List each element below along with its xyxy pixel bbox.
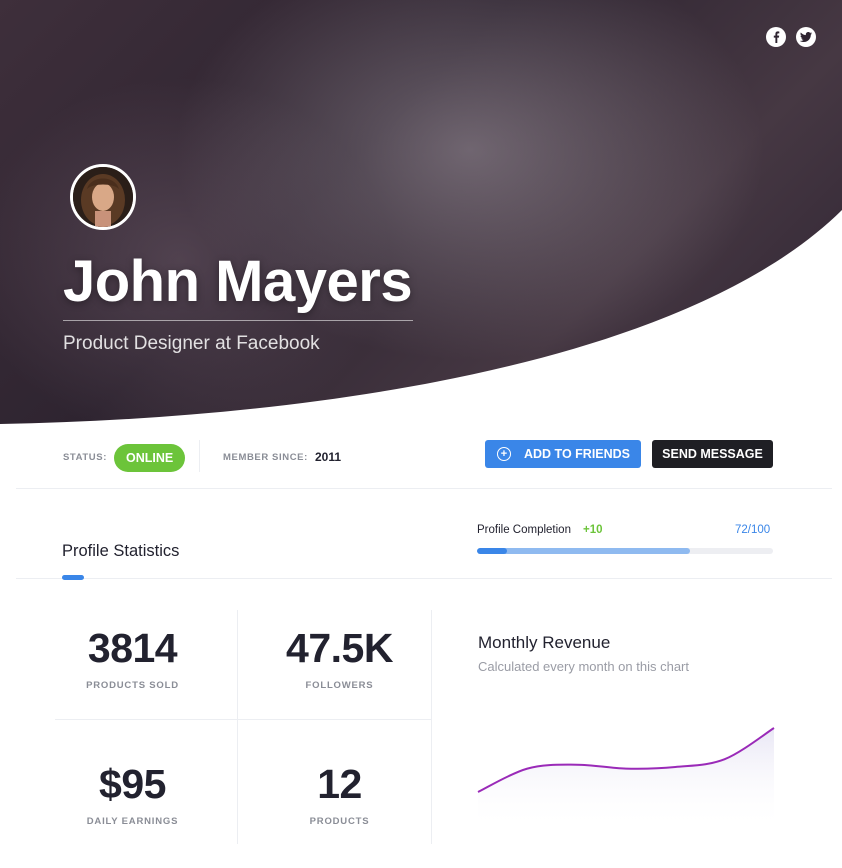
profile-completion-delta: +10 xyxy=(583,524,603,536)
name-divider xyxy=(63,320,413,321)
send-message-button[interactable]: SEND MESSAGE xyxy=(652,440,773,468)
profile-completion-value: 72/100 xyxy=(735,524,771,536)
status-label: STATUS: xyxy=(63,452,107,463)
status-badge: ONLINE xyxy=(114,444,186,472)
tab-indicator[interactable] xyxy=(62,575,84,580)
revenue-area xyxy=(478,728,774,830)
stat-value: 3814 xyxy=(87,625,178,671)
stat-label: PRODUCTS SOLD xyxy=(86,680,179,691)
grid-divider xyxy=(237,610,238,844)
stat-followers: 47.5K FOLLOWERS xyxy=(262,625,417,691)
section-title: Profile Statistics xyxy=(62,542,180,560)
stat-value: $95 xyxy=(99,761,166,807)
profile-job-title: Product Designer at Facebook xyxy=(63,333,320,354)
stats-header: Profile Statistics Profile Completion +1… xyxy=(16,489,832,580)
member-since-label: MEMBER SINCE: xyxy=(223,452,308,463)
add-to-friends-label: ADD TO FRIENDS xyxy=(524,447,631,461)
chart-title: Monthly Revenue xyxy=(478,633,611,652)
facebook-icon[interactable] xyxy=(766,27,786,47)
profile-name: John Mayers xyxy=(63,249,413,314)
status-bar: STATUS: ONLINE MEMBER SINCE: 2011 + ADD … xyxy=(16,430,832,489)
avatar[interactable] xyxy=(70,164,136,230)
member-since-value: 2011 xyxy=(315,450,342,464)
stat-products-sold: 3814 PRODUCTS SOLD xyxy=(55,625,210,691)
twitter-icon[interactable] xyxy=(796,27,816,47)
progress-delta-fill xyxy=(477,548,507,554)
grid-divider xyxy=(55,719,431,720)
stat-daily-earnings: $95 DAILY EARNINGS xyxy=(55,761,210,827)
stat-value: 47.5K xyxy=(286,625,393,671)
profile-completion-bar xyxy=(477,548,773,554)
progress-fill xyxy=(477,548,691,554)
stat-products: 12 PRODUCTS xyxy=(262,761,417,827)
revenue-chart xyxy=(477,727,775,830)
stat-label: PRODUCTS xyxy=(309,816,370,827)
stat-label: FOLLOWERS xyxy=(305,680,374,691)
status-divider xyxy=(199,440,200,472)
grid-divider xyxy=(431,610,432,844)
stat-value: 12 xyxy=(317,761,362,807)
add-to-friends-button[interactable]: + ADD TO FRIENDS xyxy=(485,440,641,468)
stat-label: DAILY EARNINGS xyxy=(86,816,179,827)
profile-completion-label: Profile Completion xyxy=(477,524,571,536)
plus-circle-icon: + xyxy=(497,447,511,461)
social-links xyxy=(766,27,816,47)
profile-cover: John Mayers Product Designer at Facebook xyxy=(0,0,842,430)
chart-subtitle: Calculated every month on this chart xyxy=(478,659,689,674)
send-message-label: SEND MESSAGE xyxy=(662,447,763,461)
